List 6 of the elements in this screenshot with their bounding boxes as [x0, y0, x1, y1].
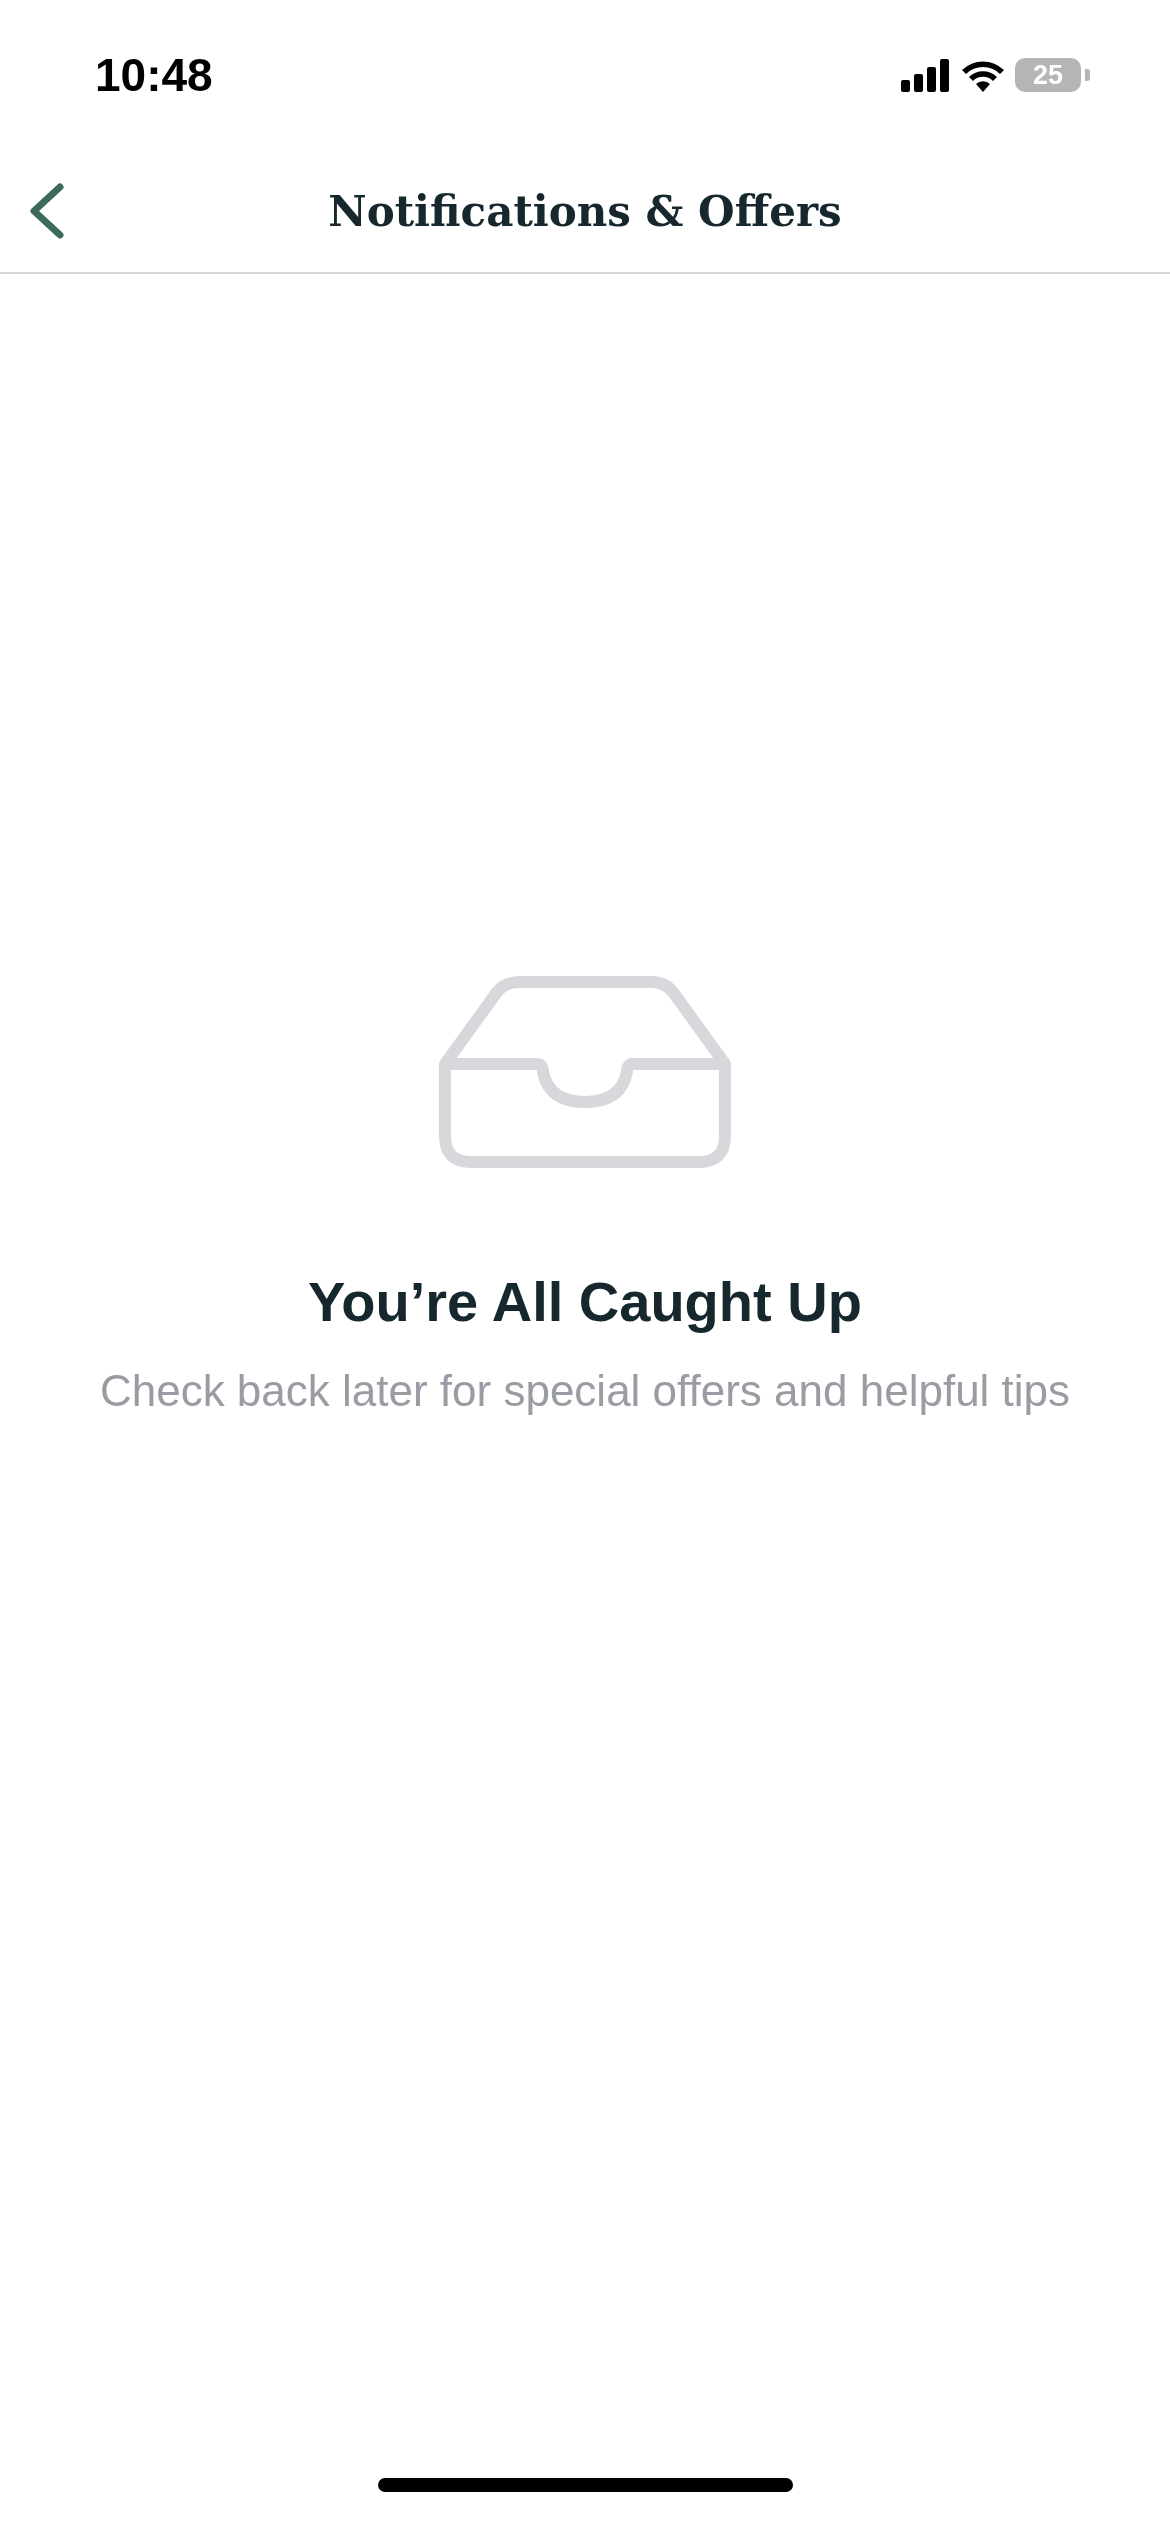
- status-time: 10:48: [95, 47, 213, 103]
- page-title: Notifications & Offers: [328, 185, 842, 238]
- empty-state-message: Check back later for special offers and helpful tips: [99, 1365, 1071, 1417]
- empty-state-title: You’re All Caught Up: [308, 1269, 862, 1335]
- signal-icon: [901, 58, 951, 92]
- inbox-icon: [439, 976, 731, 1168]
